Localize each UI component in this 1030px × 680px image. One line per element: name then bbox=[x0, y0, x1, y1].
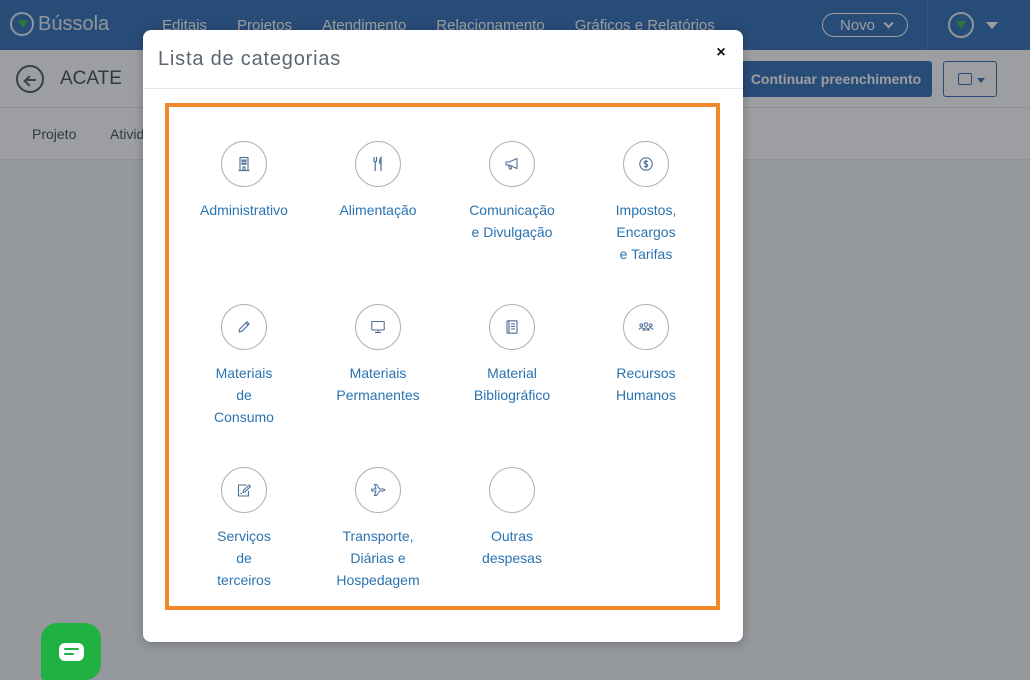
edit-document-icon bbox=[237, 484, 252, 497]
category-label: Administrativo bbox=[200, 202, 288, 218]
category-outras-despesas[interactable]: Outras despesas bbox=[448, 467, 576, 569]
pencil-icon bbox=[238, 321, 250, 333]
megaphone-icon bbox=[505, 157, 518, 170]
users-icon bbox=[638, 322, 654, 331]
category-servicos-terceiros[interactable]: Serviços de terceiros bbox=[180, 467, 308, 591]
airplane-icon bbox=[370, 483, 386, 497]
book-icon bbox=[506, 320, 518, 334]
category-label: Material Bibliográfico bbox=[473, 365, 551, 403]
category-icon-circle bbox=[221, 141, 267, 187]
utensils-icon bbox=[373, 156, 382, 172]
building-icon bbox=[238, 156, 250, 172]
category-label: Alimentação bbox=[339, 202, 417, 218]
category-icon-circle bbox=[355, 467, 401, 513]
close-icon[interactable]: × bbox=[710, 42, 732, 64]
category-label: Serviços de terceiros bbox=[217, 528, 271, 588]
category-icon-circle bbox=[623, 141, 669, 187]
category-alimentacao[interactable]: Alimentação bbox=[314, 141, 442, 221]
category-label: Transporte, Diárias e Hospedagem bbox=[336, 528, 420, 588]
category-icon-circle bbox=[221, 304, 267, 350]
category-label: Outras despesas bbox=[482, 528, 542, 566]
category-label: Comunicação e Divulgação bbox=[469, 202, 555, 240]
category-materiais-permanentes[interactable]: Materiais Permanentes bbox=[314, 304, 442, 406]
category-icon-circle bbox=[489, 141, 535, 187]
modal-header: Lista de categorias × bbox=[143, 30, 743, 89]
dollar-coin-icon bbox=[639, 157, 653, 171]
chat-bubble-icon bbox=[59, 643, 84, 661]
category-label: Materiais de Consumo bbox=[214, 365, 274, 425]
category-list-modal: Lista de categorias × Administrativo Ali… bbox=[143, 30, 743, 642]
blank-icon bbox=[504, 482, 520, 498]
category-comunicacao-divulgacao[interactable]: Comunicação e Divulgação bbox=[448, 141, 576, 243]
category-material-bibliografico[interactable]: Material Bibliográfico bbox=[448, 304, 576, 406]
category-label: Materiais Permanentes bbox=[336, 365, 420, 403]
modal-title: Lista de categorias bbox=[158, 48, 342, 70]
category-icon-circle bbox=[489, 304, 535, 350]
category-label: Impostos, Encargos e Tarifas bbox=[615, 202, 677, 262]
category-grid: Administrativo Alimentação Comunicação e… bbox=[165, 103, 720, 610]
category-administrativo[interactable]: Administrativo bbox=[180, 141, 308, 221]
category-icon-circle bbox=[623, 304, 669, 350]
category-icon-circle bbox=[221, 467, 267, 513]
chat-widget-button[interactable] bbox=[41, 623, 101, 680]
category-transporte-diarias-hospedagem[interactable]: Transporte, Diárias e Hospedagem bbox=[314, 467, 442, 591]
category-icon-circle bbox=[355, 141, 401, 187]
category-recursos-humanos[interactable]: Recursos Humanos bbox=[582, 304, 710, 406]
category-label: Recursos Humanos bbox=[616, 365, 676, 403]
category-icon-circle bbox=[489, 467, 535, 513]
category-icon-circle bbox=[355, 304, 401, 350]
category-materiais-consumo[interactable]: Materiais de Consumo bbox=[180, 304, 308, 428]
category-impostos-encargos-tarifas[interactable]: Impostos, Encargos e Tarifas bbox=[582, 141, 710, 265]
monitor-icon bbox=[371, 320, 385, 334]
